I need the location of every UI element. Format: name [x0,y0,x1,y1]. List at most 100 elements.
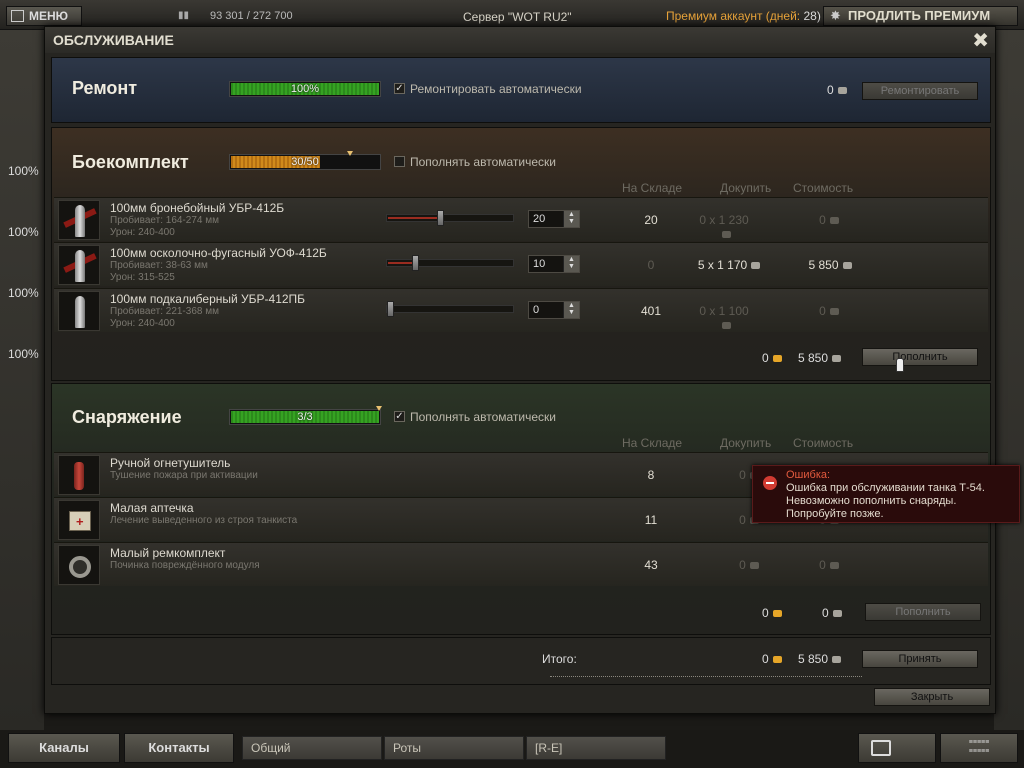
ammo-name: 100мм осколочно-фугасный УОФ-412Б [110,246,327,260]
refill-equipment-button[interactable]: Пополнить [865,603,981,621]
close-button[interactable]: Закрыть [874,688,990,706]
error-message: Ошибка при обслуживании танка Т-54. Нево… [786,482,985,520]
first-aid-kit-icon: + [58,500,100,540]
close-icon[interactable]: ✖ [972,28,989,53]
accept-button[interactable]: Принять [862,650,978,668]
ammo-total-credits: 5 850 [798,351,842,365]
ammo-row: 100мм осколочно-фугасный УОФ-412Б Пробив… [54,242,988,286]
equipment-progress-text: 3/3 [297,411,313,423]
ammo-slider[interactable] [386,301,514,317]
equipment-row: Малый ремкомплект Починка повреждённого … [54,542,988,586]
ammo-name: 100мм бронебойный УБР-412Б [110,201,285,215]
extend-premium-button[interactable]: ✸ ПРОДЛИТЬ ПРЕМИУМ [823,6,1018,26]
error-title: Ошибка: [786,469,831,481]
he-shell-icon [58,245,100,285]
ammo-row: 100мм подкалиберный УБР-412ПБ Пробивает:… [54,288,988,332]
chat-button[interactable] [858,733,936,763]
ammo-quantity-stepper[interactable]: 20 ▲ ▼ [528,210,580,228]
contacts-button[interactable]: Контакты [124,733,234,763]
ammo-penetration: Пробивает: 38-63 мм [110,260,208,271]
equipment-stock: 43 [644,558,658,572]
notifications-button[interactable]: ≡≡≡≡≡ ≡≡≡≡≡ [940,733,1018,763]
ammo-buy: 5 x 1 170 [694,258,764,272]
credits-icon [832,355,842,363]
auto-repair-label: Ремонтировать автоматически [410,82,582,96]
gold-icon [772,355,782,363]
channels-button[interactable]: Каналы [8,733,120,763]
repair-button[interactable]: Ремонтировать [862,82,978,100]
stepper-arrows-icon[interactable]: ▲ ▼ [563,302,579,318]
checkbox-checked-icon: ✓ [394,83,405,94]
maintenance-dialog: ОБСЛУЖИВАНИЕ ✖ Ремонт 100% ✓ Ремонтирова… [44,26,996,714]
equipment-title: Снаряжение [72,407,182,427]
chat-tab-companies[interactable]: Роты [384,736,524,760]
armor-piercing-shell-icon [58,200,100,240]
notifications-icon: ≡≡≡≡≡ ≡≡≡≡≡ [968,739,990,755]
column-buy: Докупить [720,436,772,450]
repair-progress: 100% [229,81,381,97]
health-value: 100% [8,347,39,361]
column-cost: Стоимость [793,181,854,195]
health-value: 100% [8,286,39,300]
repair-section: Ремонт 100% ✓ Ремонтировать автоматическ… [51,57,991,123]
auto-ammo-checkbox[interactable]: Пополнять автоматически [394,155,556,169]
ammo-slider[interactable] [386,255,514,271]
ammo-cost: 0 [814,304,844,318]
slider-handle[interactable] [387,301,394,317]
error-icon [763,476,777,490]
checkbox-checked-icon: ✓ [394,411,405,422]
slider-handle[interactable] [437,210,444,226]
chat-icon [871,740,891,756]
ammo-section: Боекомплект 30/50 Пополнять автоматическ… [51,127,991,381]
premium-status: Премиум аккаунт (дней: 28) [666,9,821,23]
column-stock: На Складе [622,436,683,450]
ammo-cost: 0 [814,213,844,227]
menu-button[interactable]: МЕНЮ [6,6,82,26]
repair-title: Ремонт [72,78,138,98]
ammo-total-gold: 0 [762,351,782,365]
ammo-stock: 0 [647,258,655,272]
background-right [994,30,1024,730]
star-icon: ✸ [830,8,841,23]
auto-repair-checkbox[interactable]: ✓ Ремонтировать автоматически [394,82,582,96]
ammo-quantity-stepper[interactable]: 10 ▲ ▼ [528,255,580,273]
auto-equipment-checkbox[interactable]: ✓ Пополнять автоматически [394,410,556,424]
refill-ammo-button[interactable]: Пополнить [862,348,978,366]
ammo-damage: Урон: 315-525 [110,272,175,283]
equipment-total-credits: 0 [822,606,842,620]
column-buy: Докупить [720,181,772,195]
chat-tab-clan[interactable]: [R-E] [526,736,666,760]
column-stock: На Складе [622,181,683,195]
ammo-slider[interactable] [386,210,514,226]
credits-icon [749,562,759,570]
ammo-buy: 0 x 1 100 [694,304,754,332]
ammo-quantity-stepper[interactable]: 0 ▲ ▼ [528,301,580,319]
equipment-cost: 0 [814,558,844,572]
equipment-description: Лечение выведенного из строя танкиста [110,515,298,526]
column-cost: Стоимость [793,436,854,450]
ammo-cost: 5 850 [800,258,860,272]
credits-icon [829,217,839,225]
background-left: 100% 100% 100% 100% [0,30,44,730]
crew-icon: ▮▮ [178,10,190,21]
stepper-arrows-icon[interactable]: ▲ ▼ [563,256,579,272]
credits-icon [832,656,842,664]
equipment-description: Починка повреждённого модуля [110,560,260,571]
server-label: Сервер "WOT RU2" [463,10,572,24]
repair-progress-text: 100% [290,83,320,95]
chat-tab-general[interactable]: Общий [242,736,382,760]
total-divider [550,676,862,677]
apcr-shell-icon [58,291,100,331]
ammo-title: Боекомплект [72,152,189,172]
slider-handle[interactable] [412,255,419,271]
ammo-progress-text: 30/50 [291,156,319,168]
gold-icon [772,610,782,618]
stepper-arrows-icon[interactable]: ▲ ▼ [563,211,579,227]
repair-cost: 0 [827,83,847,97]
ammo-name: 100мм подкалиберный УБР-412ПБ [110,292,306,306]
equipment-name: Малая аптечка [110,501,194,515]
equipment-description: Тушение пожара при активации [110,470,258,481]
total-credits: 5 850 [798,652,842,666]
credits-icon [721,231,731,239]
ammo-penetration: Пробивает: 221-368 мм [110,306,219,317]
